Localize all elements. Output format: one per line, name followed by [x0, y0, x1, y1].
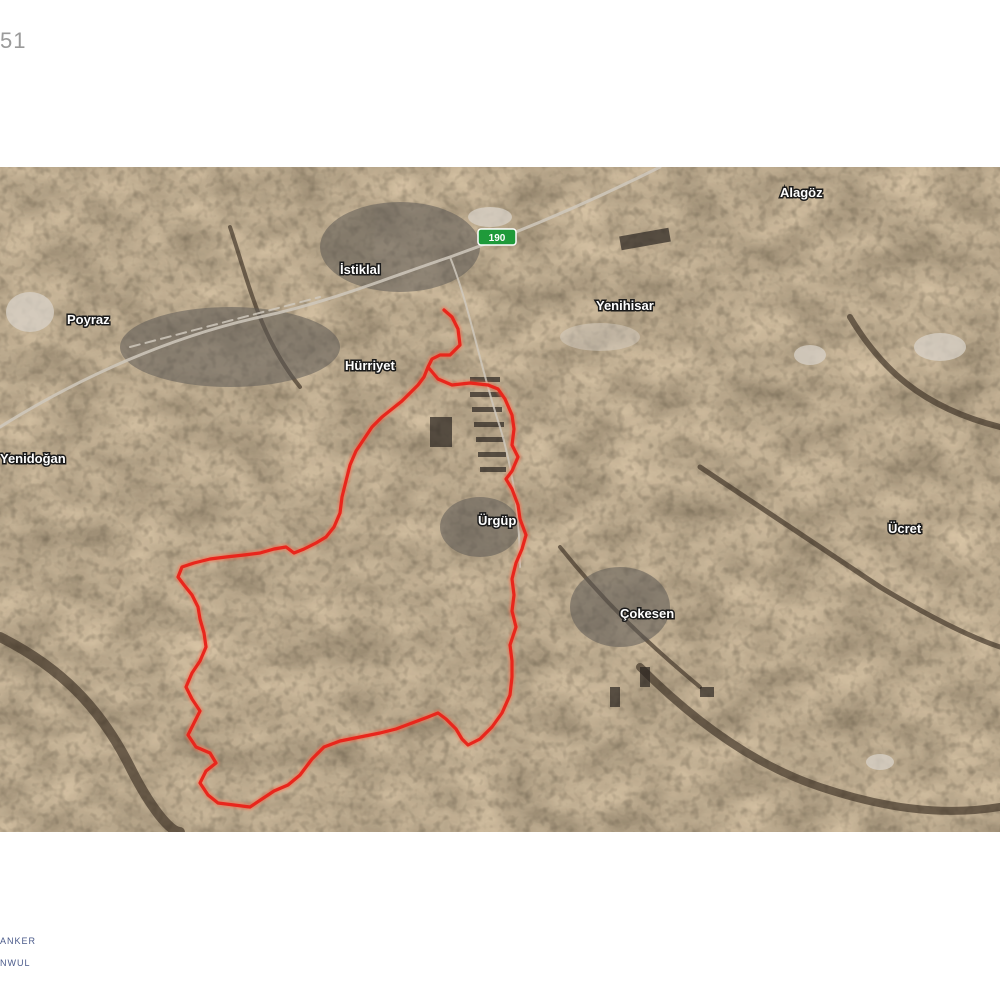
page: 51 190 Alagöz İstiklal Yenihisar Poyraz …	[0, 0, 1000, 1000]
place-label-istiklal[interactable]: İstiklal	[339, 261, 382, 279]
place-label-yenihisar[interactable]: Yenihisar	[595, 297, 656, 315]
page-number: 51	[0, 28, 27, 53]
place-label-cokek[interactable]: Çokesen	[619, 605, 676, 623]
place-label-poyraz[interactable]: Poyraz	[66, 311, 112, 329]
terrain-speckle	[0, 167, 1000, 832]
place-label-hurriyet[interactable]: Hürriyet	[344, 357, 398, 375]
place-label-urgup[interactable]: Ürgüp	[477, 512, 518, 530]
footer-line-2: NWUL	[0, 958, 31, 968]
satellite-map[interactable]: 190 Alagöz İstiklal Yenihisar Poyraz Hür…	[0, 167, 1000, 832]
place-label-alagoz[interactable]: Alagöz	[779, 184, 825, 202]
footer-line-1: ANKER	[0, 936, 37, 946]
place-label-ucret[interactable]: Ücret	[887, 520, 924, 538]
map-canvas: 190 Alagöz İstiklal Yenihisar Poyraz Hür…	[0, 167, 1000, 832]
place-label-yenidogan[interactable]: Yenidoğan	[0, 450, 67, 468]
road-shield-label: 190	[489, 233, 506, 244]
road-shield: 190	[477, 228, 517, 246]
